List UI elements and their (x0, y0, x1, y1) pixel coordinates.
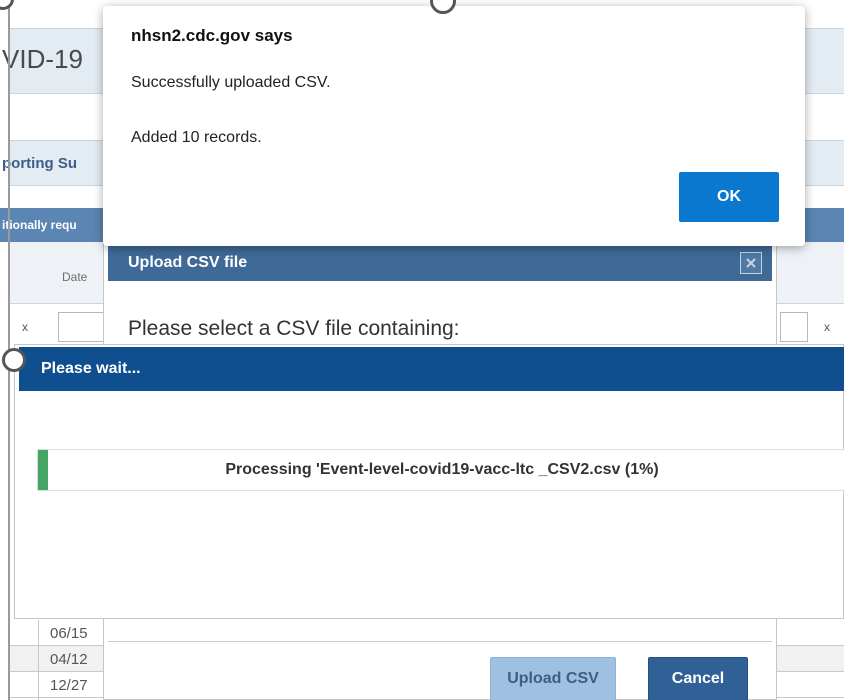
date-column-divider (38, 620, 39, 700)
close-button[interactable] (740, 252, 762, 274)
upload-csv-button[interactable]: Upload CSV (490, 657, 616, 700)
progress-label: Processing 'Event-level-covid19-vacc-ltc… (225, 461, 659, 478)
date-cell: 12/27 (50, 677, 88, 694)
upload-instructions: Please select a CSV file containing: (128, 317, 460, 340)
progress-bar: Processing 'Event-level-covid19-vacc-ltc… (37, 449, 844, 491)
close-icon (746, 258, 756, 268)
alert-origin: nhsn2.cdc.gov says (131, 26, 293, 45)
ok-button[interactable]: OK (679, 172, 779, 222)
left-marker[interactable]: x (22, 320, 28, 334)
please-wait-dialog: Please wait... Processing 'Event-level-c… (14, 344, 844, 619)
wait-dialog-header: Please wait... (19, 347, 844, 391)
alert-message-line1: Successfully uploaded CSV. (131, 74, 331, 91)
right-marker[interactable]: x (824, 320, 830, 334)
browser-alert-dialog: nhsn2.cdc.gov says Successfully uploaded… (103, 6, 805, 246)
date-cell: 04/12 (50, 651, 88, 668)
cancel-button[interactable]: Cancel (648, 657, 748, 700)
required-text: itionally requ (2, 218, 77, 232)
footer-divider (108, 641, 772, 642)
upload-modal-title: Upload CSV file (128, 254, 248, 271)
upload-modal-header: Upload CSV file (108, 245, 772, 281)
date-column-header: Date (62, 270, 88, 284)
alert-message-line2: Added 10 records. (131, 129, 262, 146)
wait-dialog-title: Please wait... (41, 360, 141, 377)
resize-handle[interactable] (2, 348, 26, 372)
section-title: porting Su (2, 155, 77, 172)
date-cell: 06/15 (50, 625, 88, 642)
filter-input-right[interactable] (780, 312, 808, 342)
page-title: VID-19 (2, 44, 83, 74)
